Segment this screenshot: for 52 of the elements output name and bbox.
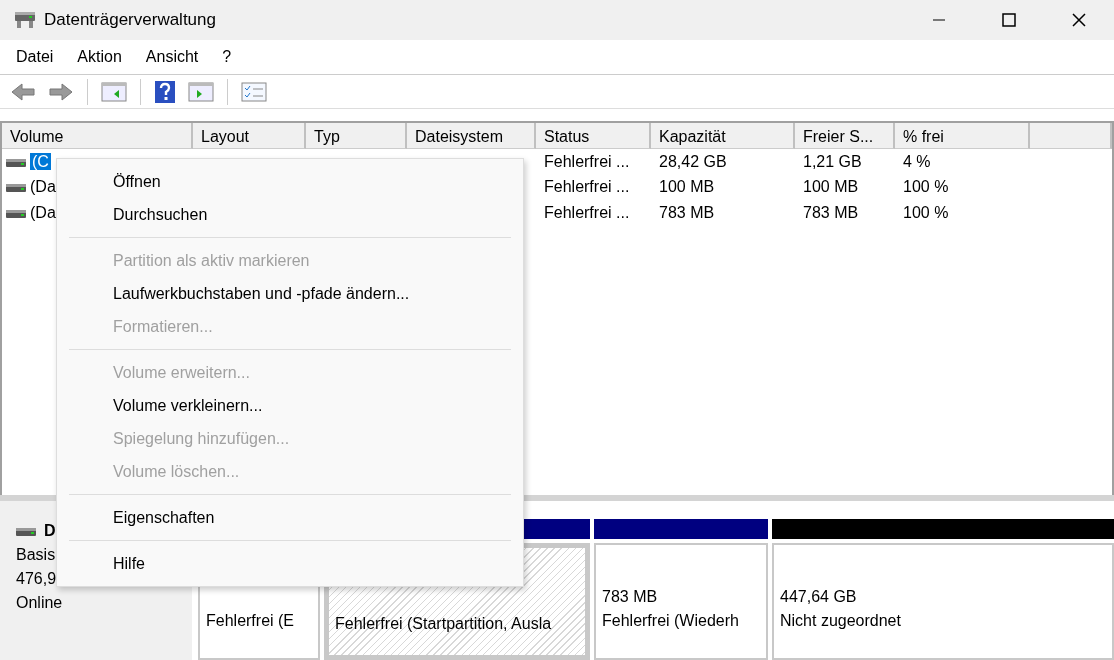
partition-text: Fehlerfrei (Startpartition, Ausla — [335, 614, 553, 634]
table-cell-text: Fehlerfrei ... — [543, 202, 631, 223]
menu-item[interactable]: Durchsuchen — [69, 198, 511, 231]
table-cell-text: 100 MB — [658, 177, 716, 198]
table-cell-text: 100 % — [902, 202, 950, 223]
window-title: Datenträgerverwaltung — [44, 9, 217, 32]
menu-item[interactable]: Öffnen — [69, 165, 511, 198]
disk-status: Online — [16, 594, 63, 611]
partition-text: Nicht zugeordnet — [780, 611, 902, 631]
menu-item[interactable]: Volume verkleinern... — [69, 389, 511, 422]
table-cell-text: 783 MB — [802, 202, 860, 223]
partition-text: Fehlerfrei (E — [206, 611, 296, 631]
menu-item[interactable]: Ansicht — [133, 45, 211, 69]
table-cell-text: 1,21 GB — [802, 151, 863, 172]
menu-item[interactable]: Eigenschaften — [69, 501, 511, 534]
partition-text: Fehlerfrei (Wiederh — [602, 611, 740, 631]
table-cell-text: 100 MB — [802, 177, 860, 198]
table-cell-text: 28,42 GB — [658, 151, 728, 172]
column-header[interactable]: % frei — [895, 123, 1030, 149]
disk-type: Basis — [16, 546, 56, 563]
column-header[interactable]: Typ — [306, 123, 407, 149]
column-header[interactable]: Dateisystem — [407, 123, 536, 149]
table-cell-text: Fehlerfrei ... — [543, 177, 631, 198]
partition-text: 783 MB — [602, 587, 659, 607]
menu-item[interactable]: Aktion — [65, 45, 134, 69]
drive-entry[interactable]: (C — [30, 152, 51, 170]
drive-icon — [6, 207, 26, 220]
menu-item[interactable]: ? — [210, 45, 244, 69]
table-cell-text: 783 MB — [658, 202, 716, 223]
table-cell-text: 100 % — [902, 177, 950, 198]
column-header[interactable]: Status — [536, 123, 651, 149]
menu-item[interactable]: Datei — [4, 45, 66, 69]
table-cell-text: 4 % — [902, 151, 932, 172]
table-cell-text: Fehlerfrei ... — [543, 151, 631, 172]
drive-entry[interactable]: (Da — [30, 178, 56, 196]
menu-item[interactable]: Laufwerkbuchstaben und -pfade ändern... — [69, 277, 511, 310]
drive-icon — [6, 156, 26, 169]
disk-name: D — [44, 522, 56, 539]
column-header[interactable]: Kapazität — [651, 123, 795, 149]
drive-icon — [16, 525, 36, 538]
drive-icon — [6, 182, 26, 194]
column-header[interactable]: Volume — [2, 123, 193, 149]
column-header[interactable]: Layout — [193, 123, 306, 149]
disk-size: 476,9 — [16, 570, 57, 587]
maximize-icon — [1002, 13, 1016, 27]
app-icon — [14, 10, 36, 30]
partition-text: 447,64 GB — [780, 587, 858, 607]
close-icon — [1072, 13, 1086, 27]
partition-block[interactable]: 447,64 GB Nicht zugeordnet — [772, 543, 1114, 660]
column-header[interactable]: Freier S... — [795, 123, 895, 149]
drive-entry[interactable]: (Da — [30, 203, 56, 221]
partition-block[interactable]: 783 MB Fehlerfrei (Wiederh — [594, 543, 768, 660]
